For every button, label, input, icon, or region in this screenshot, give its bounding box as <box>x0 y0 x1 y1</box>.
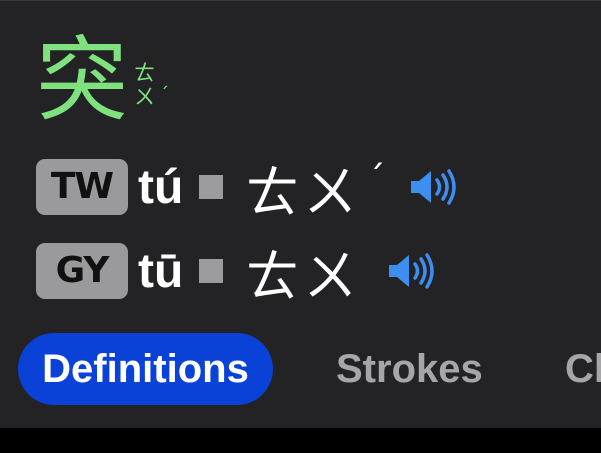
pinyin-reading: tú <box>138 160 184 214</box>
tab-definitions[interactable]: Definitions <box>18 333 273 405</box>
character-heading: 突 <box>36 27 129 134</box>
region-badge-gy: GY <box>36 243 128 299</box>
reading-row-tw: TW tú ㄊㄨ ˊ <box>36 159 461 224</box>
zhuyin-text: ㄊㄨ <box>245 244 362 308</box>
speaker-icon[interactable] <box>387 251 439 291</box>
zhuyin-reading: ㄊㄨ ˊ <box>245 148 389 227</box>
ruby-line-1: ㄊ <box>134 61 155 85</box>
region-badge-tw: TW <box>36 159 128 215</box>
reading-row-gy: GY tū ㄊㄨ <box>36 243 439 308</box>
speaker-icon[interactable] <box>409 167 461 207</box>
tab-bar: Definitions Strokes Cl <box>0 333 601 407</box>
tab-strokes[interactable]: Strokes <box>336 333 483 405</box>
zhuyin-reading: ㄊㄨ <box>245 232 367 311</box>
character-zhuyin-ruby: ㄊ ㄨ ˊ <box>134 61 169 109</box>
ruby-line-2: ㄨ <box>134 85 155 109</box>
zhuyin-text: ㄊㄨ <box>245 160 362 224</box>
separator-square <box>199 175 224 199</box>
zhuyin-tone-mark: ˊ <box>367 158 390 200</box>
pinyin-reading: tū <box>138 244 184 298</box>
dictionary-panel: 突 ㄊ ㄨ ˊ TW tú ㄊㄨ ˊ GY tū ㄊㄨ Definitions … <box>0 0 601 428</box>
tab-partial[interactable]: Cl <box>565 333 601 405</box>
ruby-tone-mark: ˊ <box>160 84 169 105</box>
separator-square <box>199 259 224 283</box>
